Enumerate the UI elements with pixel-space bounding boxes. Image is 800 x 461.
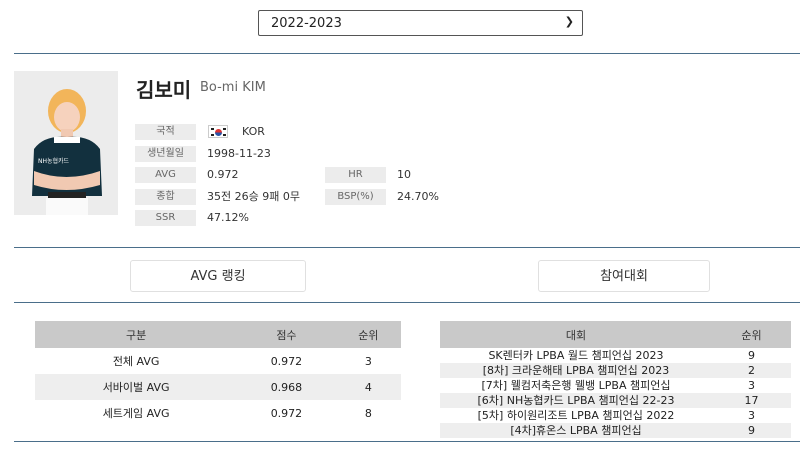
ssr-value: 47.12% [207, 211, 249, 224]
table-row[interactable]: SK렌터카 LPBA 월드 챔피언십 2023 9 [440, 348, 791, 363]
total-label: 종합 [135, 189, 196, 205]
tournament-name: [5차] 하이원리조트 LPBA 챔피언십 2022 [477, 409, 675, 422]
table-cell: 0.968 [237, 374, 336, 400]
divider [14, 247, 800, 248]
tournament-rank: 9 [712, 423, 791, 438]
table-cell: 3 [364, 354, 372, 368]
divider [14, 53, 800, 54]
player-name-en: Bo-mi KIM [200, 80, 266, 95]
tournament-rank: 9 [748, 349, 755, 362]
table-cell: 세트게임 AVG [102, 407, 170, 420]
avg-ranking-table: 구분 점수 순위 전체 AVG 0.972 3 서바이벌 AVG 0.968 4… [35, 321, 401, 426]
chevron-down-icon: ❯ [564, 15, 574, 28]
table-cell: 4 [335, 374, 401, 400]
total-value: 35전 26승 9패 0무 [207, 190, 300, 203]
tournament-table: 대회 순위 SK렌터카 LPBA 월드 챔피언십 2023 9 [8차] 크라운… [440, 321, 791, 438]
table-row: 전체 AVG 0.972 3 [35, 348, 401, 374]
tournament-rank: 3 [748, 379, 755, 392]
table-row: 세트게임 AVG 0.972 8 [35, 400, 401, 426]
tournament-name: [7차] 웰컴저축은행 웰뱅 LPBA 챔피언십 [481, 379, 671, 392]
column-header: 대회 [440, 321, 712, 348]
table-row[interactable]: [4차]휴온스 LPBA 챔피언십 9 [440, 423, 791, 438]
table-row[interactable]: [7차] 웰컴저축은행 웰뱅 LPBA 챔피언십 3 [440, 378, 791, 393]
column-header: 순위 [712, 321, 791, 348]
tournament-name: [4차]휴온스 LPBA 챔피언십 [440, 423, 712, 438]
tournament-table-scroll[interactable]: 대회 순위 SK렌터카 LPBA 월드 챔피언십 2023 9 [8차] 크라운… [440, 321, 791, 441]
birth-value: 1998-11-23 [207, 147, 271, 160]
avg-label: AVG [135, 167, 196, 183]
column-header: 점수 [237, 321, 336, 348]
table-row[interactable]: [6차] NH농협카드 LPBA 챔피언십 22-23 17 [440, 393, 791, 408]
table-cell: 0.972 [270, 354, 303, 368]
table-cell: 0.972 [270, 406, 303, 420]
svg-text:NH농협카드: NH농협카드 [38, 157, 70, 165]
column-header: 구분 [35, 321, 238, 348]
tournaments-button[interactable]: 참여대회 [538, 260, 710, 292]
avg-value: 0.972 [207, 168, 239, 181]
tournament-name: [6차] NH농협카드 LPBA 챔피언십 22-23 [440, 393, 712, 408]
nationality-label: 국적 [135, 124, 196, 140]
tournament-name: [8차] 크라운해태 LPBA 챔피언십 2023 [440, 363, 712, 378]
ssr-label: SSR [135, 210, 196, 226]
hr-value: 10 [397, 168, 411, 181]
table-row[interactable]: [8차] 크라운해태 LPBA 챔피언십 2023 2 [440, 363, 791, 378]
player-name-ko: 김보미 [136, 78, 192, 102]
divider [14, 302, 800, 303]
nationality-value: KOR [242, 125, 265, 138]
table-cell: 전체 AVG [112, 355, 160, 368]
column-header: 순위 [335, 321, 401, 348]
table-cell: 서바이벌 AVG [35, 374, 238, 400]
avg-ranking-button[interactable]: AVG 랭킹 [130, 260, 306, 292]
player-photo: NH농협카드 [14, 71, 118, 215]
hr-label: HR [325, 167, 386, 183]
divider [14, 441, 800, 442]
table-row: 서바이벌 AVG 0.968 4 [35, 374, 401, 400]
table-cell: 8 [364, 406, 372, 420]
bsp-label: BSP(%) [325, 189, 386, 205]
tournament-rank: 17 [712, 393, 791, 408]
birth-label: 생년월일 [135, 146, 196, 162]
table-row[interactable]: [5차] 하이원리조트 LPBA 챔피언십 2022 3 [440, 408, 791, 423]
tournament-name: SK렌터카 LPBA 월드 챔피언십 2023 [488, 349, 664, 362]
tournament-rank: 3 [748, 409, 755, 422]
season-select-value: 2022-2023 [271, 15, 342, 31]
korea-flag-icon [208, 125, 228, 138]
tournament-rank: 2 [712, 363, 791, 378]
season-select[interactable]: 2022-2023 ❯ [258, 10, 583, 36]
bsp-value: 24.70% [397, 190, 439, 203]
